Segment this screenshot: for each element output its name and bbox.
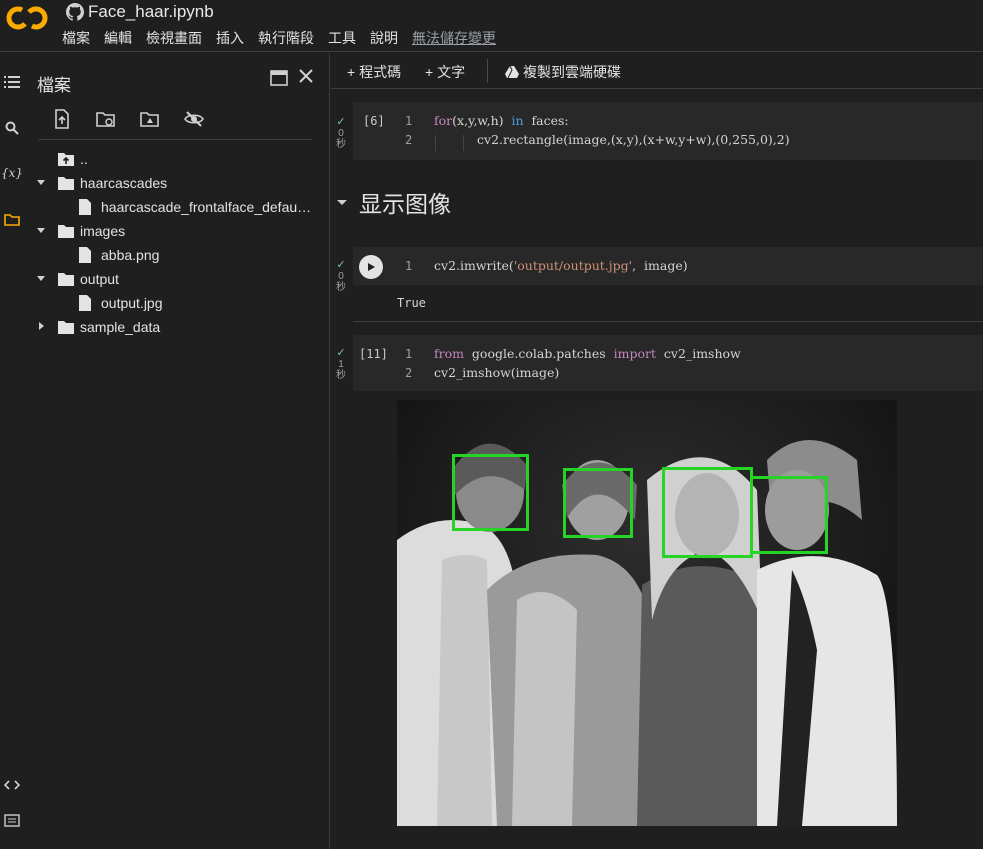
check-icon: ✓ [336,347,346,359]
notebook-filename[interactable]: Face_haar.ipynb [88,2,214,22]
code-line: cv2_imshow(image) [434,365,560,380]
play-icon [368,263,375,271]
check-icon: ✓ [336,259,346,271]
tree-item-haarcascades[interactable]: haarcascades [24,171,330,195]
folder-icon [58,225,74,238]
cell-output: True [353,285,983,322]
folder-icon[interactable] [3,210,21,228]
run-cell-button[interactable] [359,255,383,279]
notebook-toolbar: + 程式碼 + 文字 複製到雲端硬碟 [331,53,983,89]
command-palette-icon[interactable] [3,812,21,828]
tree-item-sample-data[interactable]: sample_data [24,315,330,339]
add-text-button[interactable]: + 文字 [425,62,465,82]
mount-drive-icon[interactable] [140,109,160,129]
face-detection-box [452,454,529,531]
code-line: cv2.rectangle(image,(x,y),(x+w,y+w),(0,2… [477,132,790,147]
code-cell[interactable]: 1 cv2.imwrite('output/output.jpg', image… [353,247,983,285]
tree-item-output[interactable]: output [24,267,330,291]
left-rail: {x} [0,53,24,849]
variables-icon[interactable]: {x} [1,164,23,182]
menu-runtime[interactable]: 執行階段 [258,28,314,48]
menu-bar: 檔案 編輯 檢視畫面 插入 執行階段 工具 說明 無法儲存變更 [62,28,496,48]
code-line: for(x,y,w,h) in faces: [434,113,569,128]
divider [38,139,312,140]
unsaved-changes-link[interactable]: 無法儲存變更 [412,28,496,48]
menu-insert[interactable]: 插入 [216,28,244,48]
file-icon [79,295,91,311]
cell-status: ✓ 0 秒 [331,259,351,294]
output-text: True [397,296,426,310]
tree-item-parent[interactable]: .. [24,147,330,171]
menu-help[interactable]: 說明 [370,28,398,48]
panel-title: 檔案 [37,76,71,95]
chevron-down-icon[interactable] [36,273,46,283]
code-line: cv2.imwrite('output/output.jpg', image) [434,258,688,273]
folder-icon [58,177,74,190]
drive-icon [505,66,519,78]
chevron-down-icon[interactable] [335,195,349,209]
folder-up-icon [58,153,74,166]
divider [487,59,488,83]
folder-icon [58,273,74,286]
colab-logo[interactable] [6,4,48,32]
face-detection-box [563,468,633,538]
search-icon[interactable] [3,119,21,137]
hide-hidden-files-icon[interactable] [184,109,204,129]
chevron-down-icon[interactable] [36,177,46,187]
header: Face_haar.ipynb 檔案 編輯 檢視畫面 插入 執行階段 工具 說明… [0,0,983,52]
chevron-down-icon[interactable] [36,225,46,235]
open-in-tab-icon[interactable] [270,70,288,86]
close-icon[interactable] [298,68,314,84]
files-toolbar [52,109,204,129]
copy-to-drive-button[interactable]: 複製到雲端硬碟 [505,62,621,82]
copy-to-drive-label: 複製到雲端硬碟 [523,64,621,80]
colab-window: Face_haar.ipynb 檔案 編輯 檢視畫面 插入 執行階段 工具 說明… [0,0,983,849]
check-icon: ✓ [336,116,346,128]
face-detection-box [750,476,828,554]
files-panel: 檔案 .. haarcascades haarcascade_frontalfa… [24,53,330,849]
tree-item-abba[interactable]: abba.png [24,243,330,267]
cell-status: ✓ 0 秒 [331,116,351,151]
menu-edit[interactable]: 編輯 [104,28,132,48]
output-image [397,400,897,826]
code-line: from google.colab.patches import cv2_ims… [434,346,741,361]
exec-count: [6] [363,114,385,128]
code-cell[interactable]: [6] 1 2 for(x,y,w,h) in faces: cv2.recta… [353,102,983,160]
menu-view[interactable]: 檢視畫面 [146,28,202,48]
refresh-folder-icon[interactable] [96,109,116,129]
code-cell[interactable]: [11] 1 2 from google.colab.patches impor… [353,335,983,391]
notebook-area: + 程式碼 + 文字 複製到雲端硬碟 ✓ 0 秒 [6] 1 2 for(x,y… [331,53,983,849]
file-icon [79,199,91,215]
upload-file-icon[interactable] [52,109,72,129]
exec-count: [11] [359,347,388,361]
file-tree: .. haarcascades haarcascade_frontalface_… [24,147,330,339]
menu-file[interactable]: 檔案 [62,28,90,48]
code-snippets-icon[interactable] [3,777,21,793]
section-heading[interactable]: 显示图像 [335,185,451,219]
tree-item-haar-file[interactable]: haarcascade_frontalface_defau… [24,195,330,219]
folder-icon [58,321,74,334]
chevron-right-icon[interactable] [36,321,46,331]
cell-status: ✓ 1 秒 [331,347,351,382]
menu-tools[interactable]: 工具 [328,28,356,48]
tree-item-images[interactable]: images [24,219,330,243]
add-code-button[interactable]: + 程式碼 [347,62,401,82]
toc-icon[interactable] [3,73,21,91]
face-detection-box [662,467,753,558]
file-icon [79,247,91,263]
github-icon[interactable] [66,3,84,21]
tree-item-output-file[interactable]: output.jpg [24,291,330,315]
